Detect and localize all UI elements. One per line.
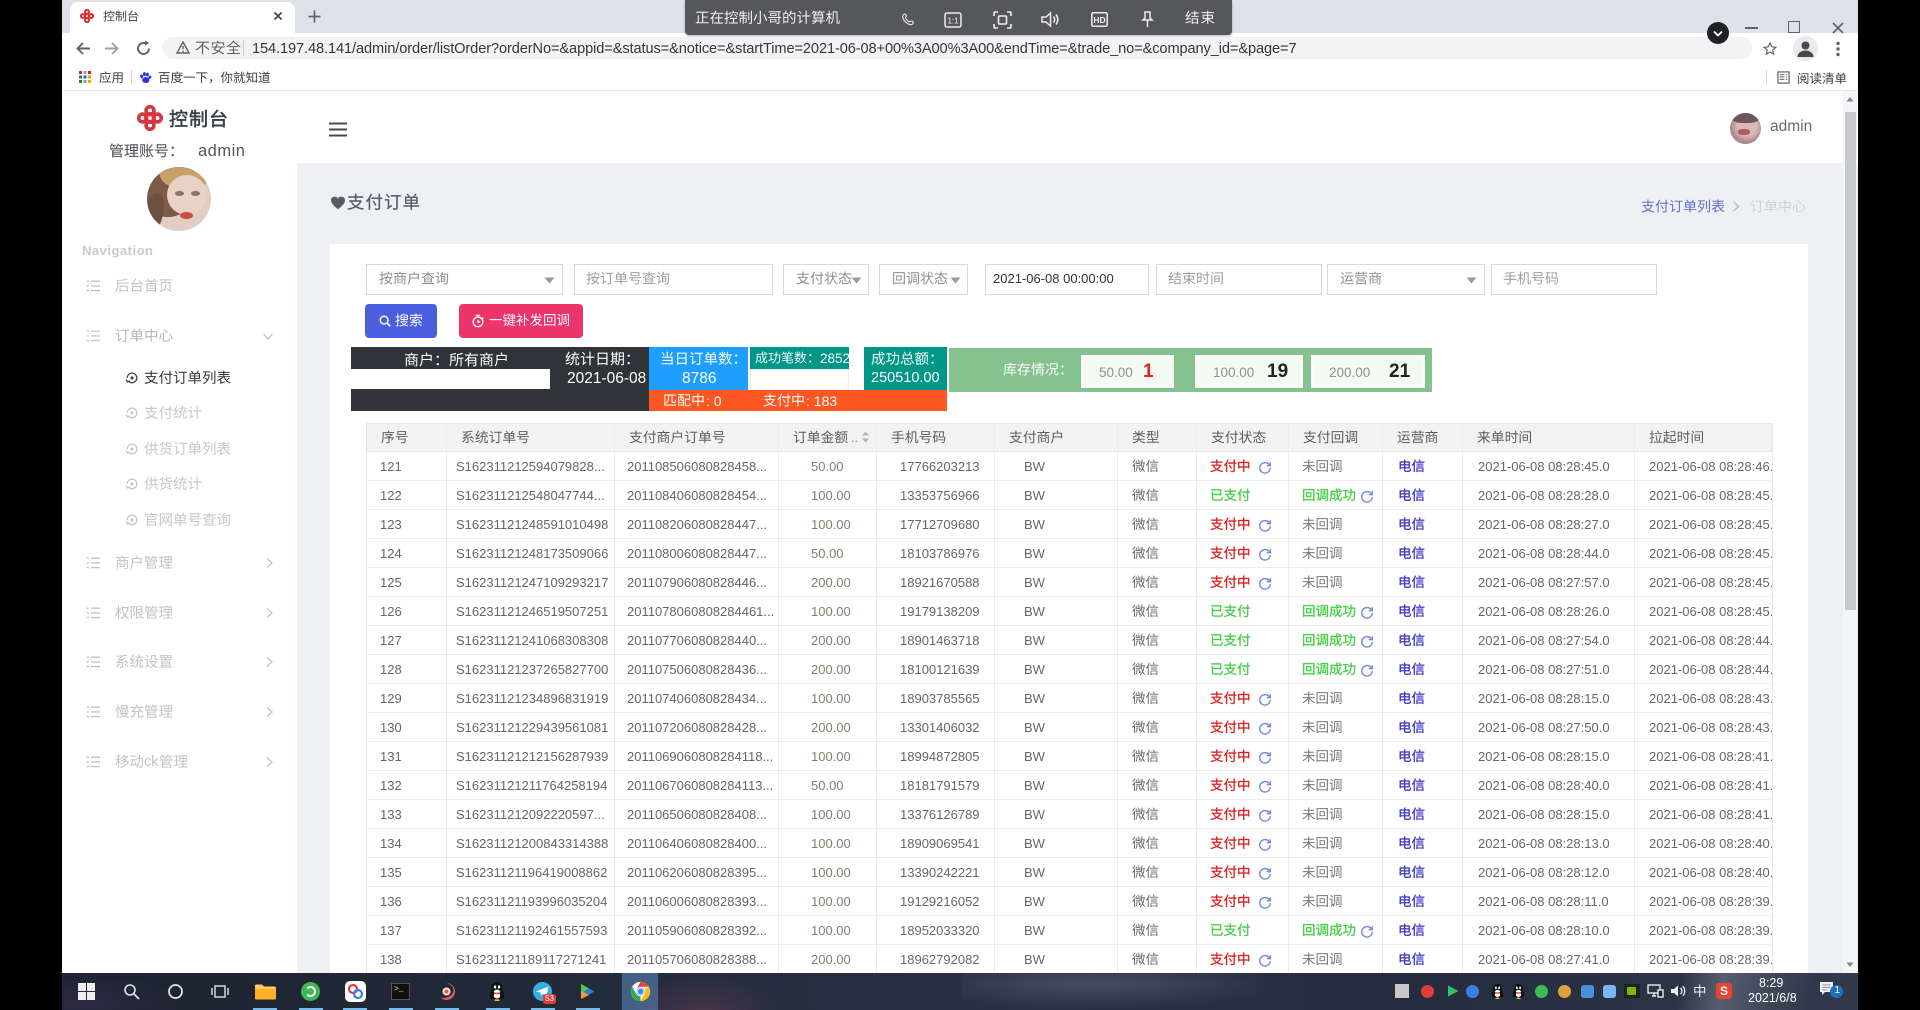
svg-text:HD: HD [1093,15,1105,25]
svg-text:1:1: 1:1 [947,17,959,26]
